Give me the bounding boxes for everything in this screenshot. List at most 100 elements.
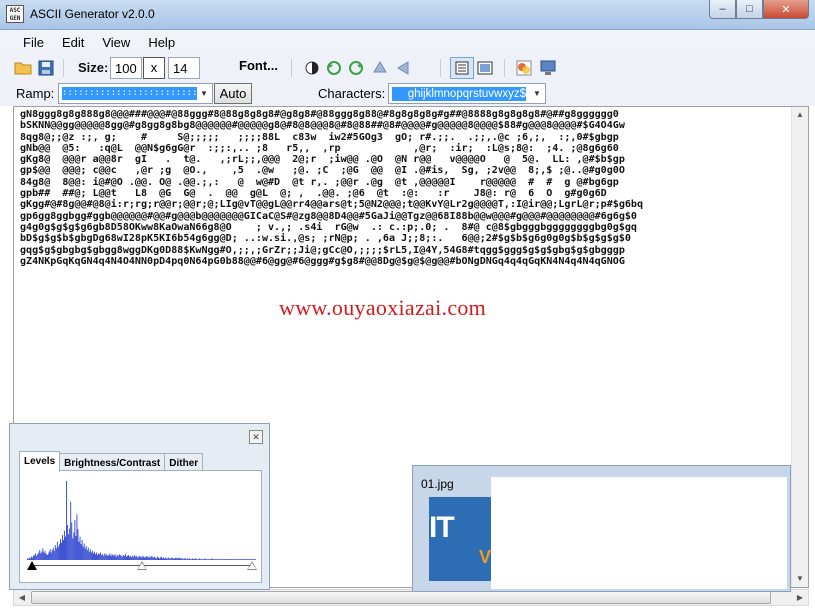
flip-horizontal-icon[interactable] — [395, 59, 413, 77]
histogram-bar — [49, 549, 51, 560]
histogram-bar — [74, 520, 76, 560]
toolbar-separator — [504, 59, 505, 77]
close-icon[interactable]: ✕ — [249, 430, 263, 444]
width-input[interactable] — [110, 57, 142, 79]
histogram-bar — [168, 557, 170, 560]
histogram-bar — [194, 559, 195, 560]
histogram-bar — [63, 540, 64, 560]
save-icon[interactable] — [37, 59, 55, 77]
histogram-bar — [97, 555, 98, 560]
chevron-down-icon[interactable]: ▼ — [198, 86, 210, 101]
horizontal-scroll-thumb[interactable] — [31, 591, 771, 604]
histogram-bar — [163, 557, 164, 560]
histogram-bar — [141, 557, 143, 560]
histogram-bar — [253, 559, 255, 560]
open-folder-icon[interactable] — [14, 59, 32, 77]
menu-edit[interactable]: Edit — [53, 30, 93, 54]
histogram-bar — [52, 547, 54, 560]
preview-overlay — [491, 477, 787, 589]
histogram-bar — [243, 559, 245, 560]
histogram-bar — [96, 552, 97, 560]
histogram-bar — [201, 559, 203, 560]
menu-view[interactable]: View — [93, 30, 139, 54]
histogram-bar — [172, 558, 174, 560]
scroll-down-icon[interactable]: ▼ — [792, 571, 808, 587]
histogram-bar — [140, 556, 142, 560]
histogram-bar — [86, 550, 88, 560]
histogram-bar — [175, 557, 177, 560]
menu-file[interactable]: File — [14, 30, 53, 54]
flip-vertical-icon[interactable] — [371, 59, 389, 77]
font-button[interactable]: Font... — [239, 58, 278, 73]
ascii-line: g4g0g$g$g$g6gb8D58OKww8KaOwaN66g8@O ; v.… — [20, 221, 637, 233]
histogram-bar — [164, 558, 166, 560]
histogram-bar — [56, 541, 58, 560]
rotate-left-icon[interactable] — [325, 59, 343, 77]
maximize-button[interactable]: □ — [736, 0, 763, 19]
histogram-bar — [233, 559, 235, 560]
menu-help[interactable]: Help — [139, 30, 184, 54]
histogram-bar — [192, 558, 193, 560]
ascii-text[interactable]: gN8ggg8g8g888g8@@@###@@@#@88ggg#8@88g8g8… — [20, 109, 710, 267]
preview-image-text: IT — [429, 511, 455, 544]
histogram-bar — [132, 555, 134, 560]
histogram-bar — [147, 557, 149, 560]
chevron-down-icon[interactable]: ▼ — [531, 86, 543, 101]
ascii-line: bSKNN@@gg@@@@@8gg@#g8gg8g8bg8@@@@@@#@@@@… — [20, 120, 625, 132]
tab-levels[interactable]: Levels — [19, 451, 61, 472]
histogram-bar — [153, 556, 155, 560]
characters-combobox[interactable]: ghijklmnopqrstuvwxyz$ ▼ — [388, 83, 546, 104]
size-x-toggle[interactable]: x — [143, 57, 165, 79]
ascii-line: gN8ggg8g8g888g8@@@###@@@#@88ggg#8@88g8g8… — [20, 109, 619, 120]
window-controls: – □ ✕ — [709, 0, 809, 19]
histogram-bar — [246, 559, 248, 560]
minimize-button[interactable]: – — [709, 0, 736, 19]
histogram-bar — [216, 559, 218, 560]
scroll-right-icon[interactable]: ▶ — [792, 590, 808, 605]
image-preview-panel: 01.jpg IT V — [412, 465, 791, 592]
ascii-line: gpb## ##@; L@@t L8 @G G@ . @@ g@L @; , .… — [20, 188, 607, 200]
histogram-bar — [197, 559, 199, 560]
histogram-bar — [53, 550, 55, 560]
vertical-scrollbar[interactable]: ▲ ▼ — [791, 107, 808, 587]
export-image-icon[interactable] — [539, 59, 557, 77]
histogram-bar — [207, 559, 209, 560]
scroll-up-icon[interactable]: ▲ — [792, 107, 808, 123]
histogram-bar — [203, 559, 205, 560]
ramp-combobox[interactable]: ::::::::::::::::::::::::::::::::::::::::… — [58, 83, 213, 104]
ascii-line: 8qg8@;;@z :;, g; # S@;;;;; ;;;;88L c83w … — [20, 131, 619, 143]
histogram-bar — [94, 551, 95, 560]
histogram-bar — [205, 559, 207, 560]
histogram-bar — [31, 556, 32, 560]
histogram-bar — [229, 559, 231, 560]
histogram-bar — [119, 555, 121, 560]
levels-panel: ✕ Levels Brightness/Contrast Dither — [9, 423, 270, 590]
histogram-bar — [220, 559, 222, 560]
histogram-bar — [122, 555, 124, 560]
auto-button[interactable]: Auto — [214, 83, 252, 104]
histogram-bar — [160, 557, 161, 560]
histogram-bar — [108, 555, 110, 560]
invert-icon[interactable] — [303, 59, 321, 77]
histogram-bar — [167, 558, 169, 560]
gamma-handle[interactable] — [137, 561, 147, 570]
histogram-bar — [133, 556, 135, 560]
image-view-icon[interactable] — [476, 59, 494, 77]
histogram-bar — [227, 559, 228, 560]
histogram-bar — [71, 522, 73, 560]
white-point-handle[interactable] — [247, 561, 257, 570]
histogram-bar — [202, 559, 204, 560]
height-input[interactable] — [168, 57, 200, 79]
rotate-right-icon[interactable] — [347, 59, 365, 77]
histogram-bar — [170, 558, 172, 560]
color-palette-icon[interactable] — [515, 59, 533, 77]
black-point-handle[interactable] — [27, 561, 37, 570]
histogram-bar — [179, 558, 181, 560]
histogram-bar — [245, 559, 247, 560]
scroll-left-icon[interactable]: ◀ — [14, 590, 30, 605]
close-button[interactable]: ✕ — [763, 0, 809, 19]
text-view-toggle[interactable] — [450, 57, 474, 79]
histogram-bar — [123, 555, 125, 560]
histogram-bar — [143, 556, 145, 560]
histogram-bar — [187, 559, 189, 560]
